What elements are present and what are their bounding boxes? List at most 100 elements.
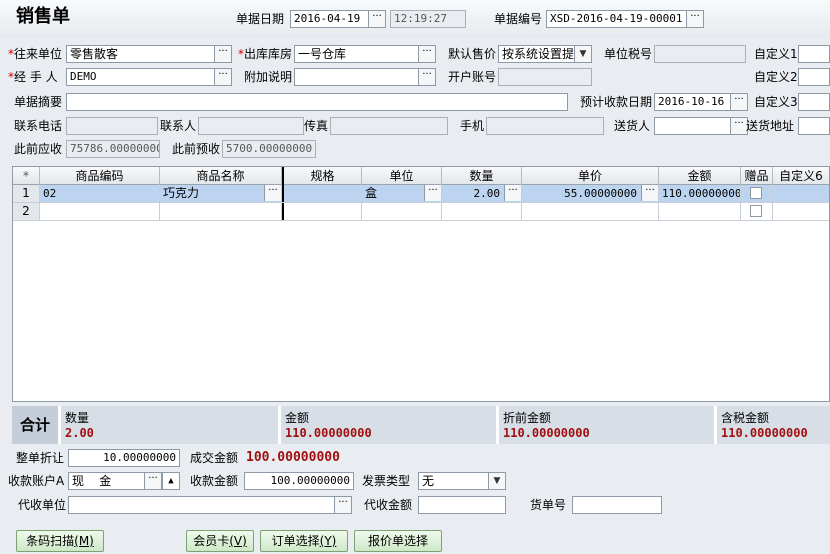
cell-custom6[interactable]: [773, 203, 829, 220]
mobile-label: 手机: [460, 119, 485, 133]
col-header-gift[interactable]: 赠品: [741, 167, 773, 185]
deliverer-label: 送货人: [614, 119, 651, 133]
total-tax-amount-label: 含税金额: [721, 411, 770, 425]
cell-price[interactable]: 55.00000000 ···: [522, 185, 659, 202]
barcode-scan-button[interactable]: 条码扫描(M): [16, 530, 104, 552]
duedate-field[interactable]: 2016-10-16 ···: [654, 93, 748, 111]
chevron-down-icon[interactable]: ▼: [488, 473, 505, 489]
custom3-field[interactable]: [798, 93, 830, 111]
custom2-field[interactable]: [798, 68, 830, 86]
duedate-label: 预计收款日期: [580, 95, 653, 109]
col-header-price[interactable]: 单价: [522, 167, 659, 185]
warehouse-label: *出库库房: [238, 47, 293, 61]
cell-amount[interactable]: [659, 203, 741, 220]
cell-spec[interactable]: [282, 185, 362, 202]
account-field: [498, 68, 592, 86]
note-field[interactable]: ···: [294, 68, 436, 86]
cell-qty[interactable]: 2.00 ···: [442, 185, 522, 202]
warehouse-field[interactable]: 一号仓库 ···: [294, 45, 436, 63]
grid-header: * 商品编码 商品名称 规格 单位 数量 单价 金额 赠品 自定义6: [13, 167, 829, 185]
docno-field[interactable]: XSD-2016-04-19-00001 ···: [546, 10, 704, 28]
deliverer-field[interactable]: ···: [654, 117, 748, 135]
table-row[interactable]: 2: [13, 203, 829, 221]
date-field[interactable]: 2016-04-19 ···: [290, 10, 386, 28]
custom3-label: 自定义3: [754, 95, 798, 109]
mobile-field: [486, 117, 604, 135]
discount-field[interactable]: 10.00000000: [68, 449, 180, 467]
gift-checkbox[interactable]: [750, 187, 762, 199]
items-grid: * 商品编码 商品名称 规格 单位 数量 单价 金额 赠品 自定义6 1 02 …: [12, 166, 830, 402]
qty-button[interactable]: ···: [504, 185, 521, 201]
recv-amount-field[interactable]: 100.00000000: [244, 472, 354, 490]
unit-lookup-button[interactable]: ···: [424, 185, 441, 201]
deal-value: 100.00000000: [246, 450, 340, 465]
agent-lookup-button[interactable]: ···: [334, 497, 351, 513]
chevron-down-icon[interactable]: ▼: [574, 46, 591, 62]
gift-checkbox[interactable]: [750, 205, 762, 217]
total-tax-amount-value: 110.00000000: [721, 426, 808, 440]
col-header-custom6[interactable]: 自定义6: [773, 167, 829, 185]
account-label: 开户账号: [448, 70, 497, 84]
address-field[interactable]: [798, 117, 830, 135]
cell-code[interactable]: 02: [40, 185, 160, 202]
cell-spec[interactable]: [282, 203, 362, 220]
cell-code[interactable]: [40, 203, 160, 220]
address-label: 送货地址: [746, 119, 795, 133]
recv-account-field[interactable]: 现 金 ···: [68, 472, 162, 490]
duedate-picker-button[interactable]: ···: [730, 94, 747, 110]
order-select-button[interactable]: 订单选择(Y): [260, 530, 348, 552]
cell-unit[interactable]: [362, 203, 442, 220]
col-header-amount[interactable]: 金额: [659, 167, 741, 185]
cell-name[interactable]: 巧克力 ···: [160, 185, 282, 202]
cell-custom6[interactable]: [773, 185, 829, 202]
member-card-button[interactable]: 会员卡(V): [186, 530, 254, 552]
deliverer-lookup-button[interactable]: ···: [730, 118, 747, 134]
cell-amount[interactable]: 110.00000000: [659, 185, 741, 202]
col-header-unit[interactable]: 单位: [362, 167, 442, 185]
recv-account-label: 收款账户A: [8, 474, 65, 488]
note-button[interactable]: ···: [418, 69, 435, 85]
handler-field[interactable]: DEMO ···: [66, 68, 232, 86]
invoice-type-label: 发票类型: [362, 474, 411, 488]
prev-recv-field: 75786.00000000: [66, 140, 160, 158]
cell-name[interactable]: [160, 203, 282, 220]
price-button[interactable]: ···: [641, 185, 658, 201]
agent-amount-field[interactable]: [418, 496, 506, 514]
cell-gift[interactable]: [741, 203, 773, 220]
price-select[interactable]: 按系统设置提 ▼: [498, 45, 592, 63]
up-arrow-icon[interactable]: ▲: [162, 472, 180, 490]
col-header-name[interactable]: 商品名称: [160, 167, 282, 185]
handler-lookup-button[interactable]: ···: [214, 69, 231, 85]
total-amount-value: 110.00000000: [285, 426, 372, 440]
warehouse-lookup-button[interactable]: ···: [418, 46, 435, 62]
date-picker-button[interactable]: ···: [368, 11, 385, 27]
col-header-spec[interactable]: 规格: [282, 167, 362, 185]
handler-label: *经 手 人: [8, 70, 58, 84]
customer-lookup-button[interactable]: ···: [214, 46, 231, 62]
page-title: 销售单: [16, 6, 70, 27]
date-label: 单据日期: [236, 12, 285, 26]
col-header-qty[interactable]: 数量: [442, 167, 522, 185]
grid-corner: *: [13, 167, 40, 185]
cell-qty[interactable]: [442, 203, 522, 220]
agent-amount-label: 代收金额: [364, 498, 413, 512]
agent-field[interactable]: ···: [68, 496, 352, 514]
phone-field: [66, 117, 158, 135]
invoice-type-select[interactable]: 无 ▼: [418, 472, 506, 490]
cargo-no-label: 货单号: [530, 498, 567, 512]
cell-gift[interactable]: [741, 185, 773, 202]
note-label: 附加说明: [244, 70, 293, 84]
recv-account-lookup-button[interactable]: ···: [144, 473, 161, 489]
custom1-field[interactable]: [798, 45, 830, 63]
summary-field[interactable]: [66, 93, 568, 111]
quote-select-button[interactable]: 报价单选择: [354, 530, 442, 552]
cargo-no-field[interactable]: [572, 496, 662, 514]
docno-button[interactable]: ···: [686, 11, 703, 27]
table-row[interactable]: 1 02 巧克力 ··· 盒 ··· 2.00 ··· 55.00000000 ··· …: [13, 185, 829, 203]
cell-unit[interactable]: 盒 ···: [362, 185, 442, 202]
customer-field[interactable]: 零售散客 ···: [66, 45, 232, 63]
name-lookup-button[interactable]: ···: [264, 185, 281, 201]
col-header-code[interactable]: 商品编码: [40, 167, 160, 185]
cell-price[interactable]: [522, 203, 659, 220]
total-qty: 数量 2.00: [58, 406, 278, 444]
